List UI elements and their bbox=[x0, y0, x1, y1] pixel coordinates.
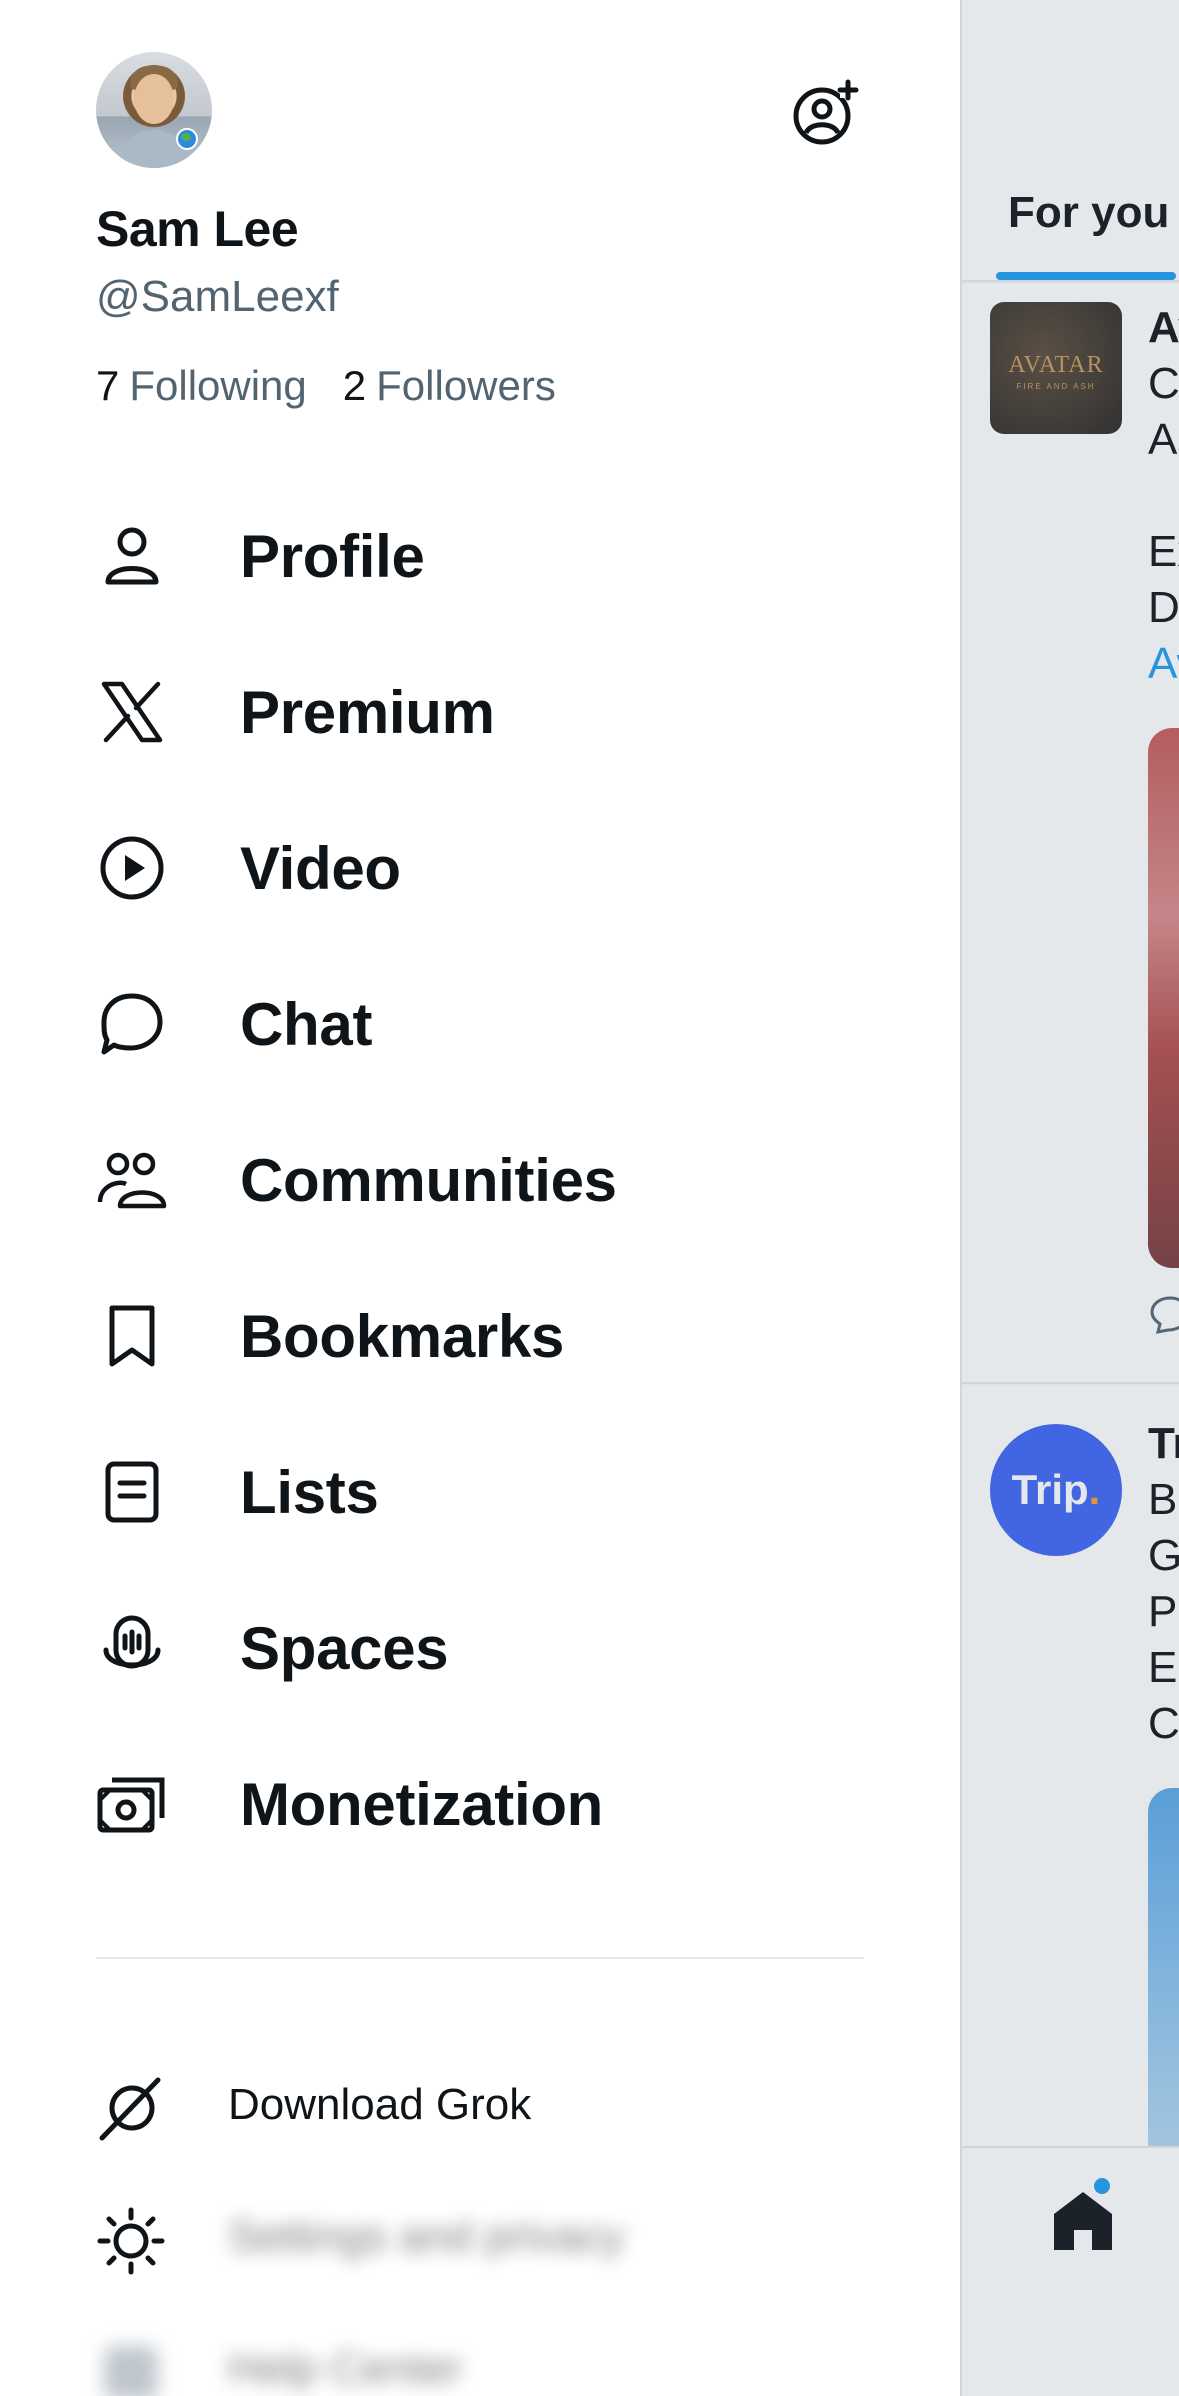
menu-label: Lists bbox=[240, 1458, 379, 1526]
grok-icon bbox=[99, 2077, 161, 2141]
post-text-line: C bbox=[1148, 359, 1179, 408]
following-count: 7 bbox=[96, 362, 120, 409]
post-media[interactable] bbox=[1148, 1788, 1179, 2188]
menu-label: Bookmarks bbox=[240, 1302, 565, 1370]
reply-icon[interactable] bbox=[1150, 1294, 1179, 1334]
menu-item-profile[interactable]: Profile bbox=[0, 478, 960, 634]
help-center-label: Help Center bbox=[228, 2344, 463, 2393]
tab-indicator bbox=[996, 272, 1176, 280]
menu-item-communities[interactable]: Communities bbox=[0, 1102, 960, 1258]
download-grok-label: Download Grok bbox=[228, 2080, 532, 2129]
communities-icon bbox=[97, 1152, 167, 1209]
timeline-tabbar: For you bbox=[962, 0, 1179, 282]
menu-item-spaces[interactable]: Spaces bbox=[0, 1570, 960, 1726]
list-icon bbox=[105, 1461, 159, 1523]
bookmark-icon bbox=[109, 1305, 155, 1367]
menu-item-lists[interactable]: Lists bbox=[0, 1414, 960, 1570]
followers-link[interactable]: 2 Followers bbox=[343, 362, 556, 410]
post-text-line: B( bbox=[1148, 1475, 1179, 1524]
money-icon bbox=[97, 1777, 165, 1833]
navigation-drawer: Sam Lee @SamLeexf 7 Following 2 Followers … bbox=[0, 0, 960, 2396]
menu-label: Spaces bbox=[240, 1614, 449, 1682]
following-label: Following bbox=[129, 362, 307, 409]
follow-stats: 7 Following 2 Followers bbox=[96, 362, 556, 410]
menu-label: Communities bbox=[240, 1146, 617, 1214]
sun-icon bbox=[97, 2207, 165, 2275]
menu-item-video[interactable]: Video bbox=[0, 790, 960, 946]
thumb-subtitle: FIRE AND ASH bbox=[1016, 382, 1096, 391]
globe-badge-icon bbox=[176, 128, 198, 150]
menu-item-bookmarks[interactable]: Bookmarks bbox=[0, 1258, 960, 1414]
drawer-menu: Profile Premium Video Chat Communities B… bbox=[0, 478, 960, 1882]
add-account-icon[interactable] bbox=[790, 78, 860, 148]
post-text-line: D bbox=[1148, 583, 1179, 632]
post-author: Av bbox=[1148, 303, 1179, 352]
thumb-title: AVATAR bbox=[1008, 352, 1104, 378]
trip-logo: Trip. bbox=[990, 1424, 1122, 1556]
trip-logo-text: Trip bbox=[1011, 1466, 1089, 1513]
x-logo-icon bbox=[101, 681, 163, 743]
avatar-face bbox=[134, 74, 174, 124]
menu-item-chat[interactable]: Chat bbox=[0, 946, 960, 1102]
followers-count: 2 bbox=[342, 362, 367, 409]
menu-divider bbox=[96, 1957, 864, 1959]
timeline-post[interactable]: AVATAR FIRE AND ASH Av C As Ex D Av bbox=[962, 284, 1179, 1384]
following-link[interactable]: 7 Following bbox=[96, 362, 307, 410]
user-handle: @SamLeexf bbox=[96, 272, 339, 321]
settings-item[interactable]: Settings and privacy bbox=[0, 2186, 960, 2296]
tab-for-you[interactable]: For you bbox=[1008, 188, 1169, 238]
menu-label: Chat bbox=[240, 990, 373, 1058]
chat-bubble-icon bbox=[101, 993, 163, 1055]
post-text-line: Pl bbox=[1148, 1587, 1179, 1636]
post-author: Tr bbox=[1148, 1419, 1179, 1468]
home-icon[interactable] bbox=[1048, 2186, 1118, 2256]
background-timeline: For you AVATAR FIRE AND ASH Av C As Ex D… bbox=[960, 0, 1179, 2396]
play-circle-icon bbox=[100, 836, 164, 900]
menu-label: Profile bbox=[240, 522, 425, 590]
post-text-line: G bbox=[1148, 1531, 1179, 1580]
followers-label: Followers bbox=[376, 362, 556, 409]
post-text-line: C bbox=[1148, 1699, 1179, 1748]
post-text-line: Ex bbox=[1148, 527, 1179, 576]
menu-label: Premium bbox=[240, 678, 495, 746]
menu-item-monetization[interactable]: Monetization bbox=[0, 1726, 960, 1882]
menu-label: Monetization bbox=[240, 1770, 604, 1838]
help-icon bbox=[104, 2346, 158, 2396]
trip-logo-dot: . bbox=[1088, 1466, 1101, 1513]
user-name[interactable]: Sam Lee bbox=[96, 200, 299, 258]
download-grok-item[interactable]: Download Grok bbox=[0, 2054, 960, 2164]
menu-label: Video bbox=[240, 834, 401, 902]
avatar[interactable] bbox=[96, 52, 212, 168]
post-text-line: Er bbox=[1148, 1643, 1179, 1692]
post-avatar: AVATAR FIRE AND ASH bbox=[990, 302, 1122, 434]
microphone-icon bbox=[103, 1615, 161, 1669]
menu-item-premium[interactable]: Premium bbox=[0, 634, 960, 790]
timeline-post[interactable]: Trip. Tr B( G Pl Er C bbox=[962, 1386, 1179, 2188]
notification-dot bbox=[1094, 2178, 1110, 2194]
settings-label: Settings and privacy bbox=[228, 2212, 625, 2261]
person-icon bbox=[105, 527, 159, 585]
help-center-item[interactable]: Help Center bbox=[0, 2318, 960, 2396]
post-text-line: As bbox=[1148, 415, 1179, 464]
post-media[interactable] bbox=[1148, 728, 1179, 1268]
post-link[interactable]: Av bbox=[1148, 636, 1179, 692]
bottom-nav bbox=[962, 2146, 1179, 2396]
